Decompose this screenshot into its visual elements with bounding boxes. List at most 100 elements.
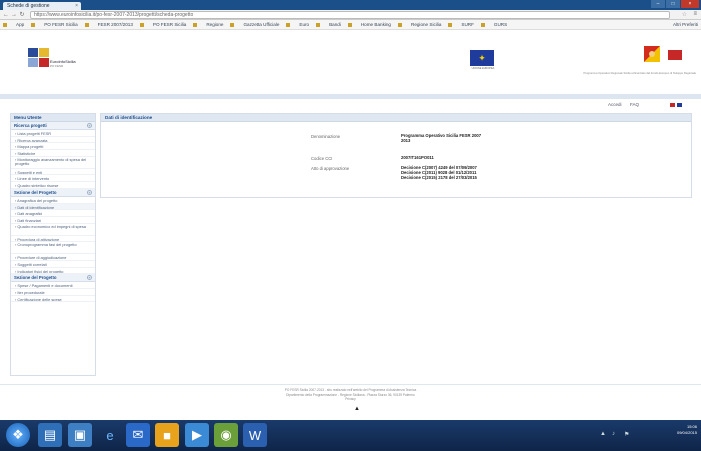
sidebar-item[interactable]: › Monitoraggio avanzamento di spesa del … — [11, 157, 95, 169]
media-icon[interactable]: ▶ — [185, 423, 209, 447]
forward-arrow-icon[interactable]: → — [11, 12, 17, 18]
windows-taskbar: ❖ ▤ ▣ e ✉ ■ ▶ ◉ W ▲ ♪ ⚑ 15:06 09/04/2015 — [0, 420, 701, 451]
bookmark-item[interactable]: PO FESR Sicilia — [44, 22, 77, 27]
browser-navbar: ← → ↻ https://www.euroinfosicilia.it/po-… — [0, 10, 701, 20]
denominazione-label: Denominazione — [311, 134, 341, 139]
identification-panel: Dati di identificazione Denominazione Pr… — [100, 113, 692, 198]
italian-flag-icon[interactable] — [670, 103, 675, 107]
mouse-cursor-icon: ▲ — [354, 406, 360, 412]
start-button-icon[interactable]: ❖ — [6, 423, 30, 447]
sidebar-item[interactable]: › Statistiche — [11, 150, 95, 157]
sidebar-item[interactable]: › Lista progetti FESR — [11, 130, 95, 137]
bookmark-item[interactable]: Regione Sicilia — [411, 22, 441, 27]
flag-icon[interactable]: ⚑ — [624, 431, 629, 438]
sidebar-item[interactable]: › Dati finanziari — [11, 217, 95, 224]
expand-toggle-icon[interactable]: + — [87, 189, 92, 195]
tab-close-icon[interactable]: × — [75, 3, 78, 9]
site-footer: PO FESR Sicilia 2007-2013 - sito realizz… — [0, 388, 701, 402]
faq-link[interactable]: FAQ — [630, 102, 639, 107]
volume-icon[interactable]: ♪ — [612, 431, 615, 437]
cci-value: 2007IT161PO011 — [401, 155, 434, 160]
desktop-icon[interactable]: ▣ — [68, 423, 92, 447]
sidebar-item[interactable]: › Quadro economico ed impegni di spesa — [11, 224, 95, 236]
sidebar-item[interactable]: › Quadro sintetico risorse — [11, 182, 95, 189]
bookmark-folder-icon — [3, 22, 7, 27]
photo-icon[interactable]: ◉ — [214, 423, 238, 447]
site-header: EuroInfoSicilia PO FESR ✦ UNIONE EUROPEA… — [0, 30, 701, 94]
bookmark-folder-icon — [347, 22, 352, 27]
utility-bar: Accedi FAQ — [0, 99, 701, 111]
sidebar-section[interactable]: Sezione del Progetto + — [11, 188, 95, 197]
bookmark-item[interactable]: Bandi — [329, 22, 341, 27]
explorer-icon[interactable]: ▤ — [38, 423, 62, 447]
sidebar-section[interactable]: Sezione del Progetto + — [11, 274, 95, 283]
maximize-icon[interactable]: □ — [666, 0, 680, 8]
sidebar-item[interactable]: › Ricerca avanzata — [11, 137, 95, 144]
bookmark-item[interactable]: App — [16, 22, 24, 27]
sidebar-item[interactable]: › Mappa progetti — [11, 143, 95, 151]
panel-body: Denominazione Programma Operativo Sicili… — [101, 122, 691, 197]
bookmark-item[interactable]: Home Banking — [361, 22, 391, 27]
sidebar-item[interactable]: › Cronoprogramma fasi del progetto — [11, 242, 95, 255]
bookmark-item[interactable]: SURF — [461, 22, 474, 27]
sidebar-item[interactable]: › Iter procedurale — [11, 289, 95, 296]
bookmark-folder-icon — [84, 22, 89, 27]
approval-value: Decisione C(2007) 4249 del 07/09/2007 De… — [401, 165, 477, 180]
menu-icon[interactable]: ≡ — [693, 11, 697, 17]
sidebar-title: Menu Utente — [11, 114, 95, 122]
network-icon[interactable]: ▲ — [600, 431, 606, 437]
other-bookmarks[interactable]: Altri Preferiti — [673, 22, 698, 27]
bookmark-item[interactable]: PO FESR Sicilia — [153, 22, 186, 27]
mail-icon[interactable]: ✉ — [126, 423, 150, 447]
sidebar-item[interactable]: › Procedura di attivazione — [11, 236, 95, 243]
login-link[interactable]: Accedi — [608, 102, 622, 107]
sidebar-item[interactable]: › Soggetti e enti — [11, 169, 95, 176]
address-bar[interactable]: https://www.euroinfosicilia.it/po-fesr-2… — [30, 11, 670, 19]
sidebar-item[interactable]: › Procedure di aggiudicazione — [11, 254, 95, 261]
bookmark-item[interactable]: Euro — [299, 22, 309, 27]
back-arrow-icon[interactable]: ← — [3, 12, 9, 18]
bookmark-folder-icon — [286, 22, 291, 27]
eu-caption: UNIONE EUROPEA — [471, 67, 495, 70]
bookmark-star-icon[interactable]: ☆ — [682, 11, 687, 18]
expand-toggle-icon[interactable]: + — [87, 275, 92, 281]
sidebar-item[interactable]: › Dati anagrafici — [11, 210, 95, 217]
sidebar-item[interactable]: › Soggetti correlati — [11, 261, 95, 268]
sidebar-section-label: Ricerca progetti — [14, 123, 47, 128]
bookmark-folder-icon — [31, 22, 36, 27]
bookmark-folder-icon — [139, 22, 144, 27]
bookmark-item[interactable]: FESR 2007/2013 — [98, 22, 133, 27]
bookmark-folder-icon — [230, 22, 235, 27]
sidebar-item[interactable]: › Certificazione delle spese — [11, 296, 95, 303]
sidebar-item[interactable]: › Spese / Pagamenti e documenti — [11, 282, 95, 289]
reload-icon[interactable]: ↻ — [19, 12, 25, 18]
bookmark-item[interactable]: Regione — [206, 22, 223, 27]
sidebar-item[interactable]: › Indicatori fisici del progetto — [11, 268, 95, 275]
word-icon[interactable]: W — [243, 423, 267, 447]
bookmark-folder-icon — [448, 22, 453, 27]
sidebar-section-label: Sezione del Progetto — [14, 275, 57, 281]
internet-explorer-icon[interactable]: e — [98, 423, 122, 447]
minimize-icon[interactable]: – — [651, 0, 665, 8]
denominazione-value: Programma Operativo Sicilia FESR 2007 20… — [401, 133, 482, 143]
bookmark-folder-icon — [480, 22, 485, 27]
close-icon[interactable]: × — [681, 0, 699, 8]
sidebar-item[interactable]: › Linee di intervento — [11, 175, 95, 183]
folder-icon[interactable]: ■ — [155, 423, 179, 447]
site-logo[interactable]: EuroInfoSicilia PO FESR — [28, 48, 76, 74]
region-emblem-icon — [668, 50, 682, 60]
logo-subtitle: PO FESR — [50, 64, 64, 68]
sidebar: Menu Utente Ricerca progetti + › Lista pro… — [10, 113, 96, 376]
sidebar-item[interactable]: › Dati di identificazione — [11, 203, 95, 211]
bookmark-item[interactable]: Gazzetta Ufficiale — [243, 22, 279, 27]
expand-toggle-icon[interactable]: + — [87, 123, 92, 128]
english-flag-icon[interactable] — [677, 103, 682, 107]
sidebar-section[interactable]: Ricerca progetti + — [11, 122, 95, 130]
clock[interactable]: 15:06 09/04/2015 — [677, 424, 697, 446]
bookmark-item[interactable]: GURS — [494, 22, 507, 27]
tab-title: Schede di gestione — [7, 3, 50, 9]
privacy-link[interactable]: Privacy — [0, 397, 701, 402]
browser-tab[interactable]: Schede di gestione × — [3, 2, 81, 10]
sidebar-item[interactable]: › Anagrafica del progetto — [11, 197, 95, 204]
eu-flag-icon: ✦ — [470, 50, 494, 66]
